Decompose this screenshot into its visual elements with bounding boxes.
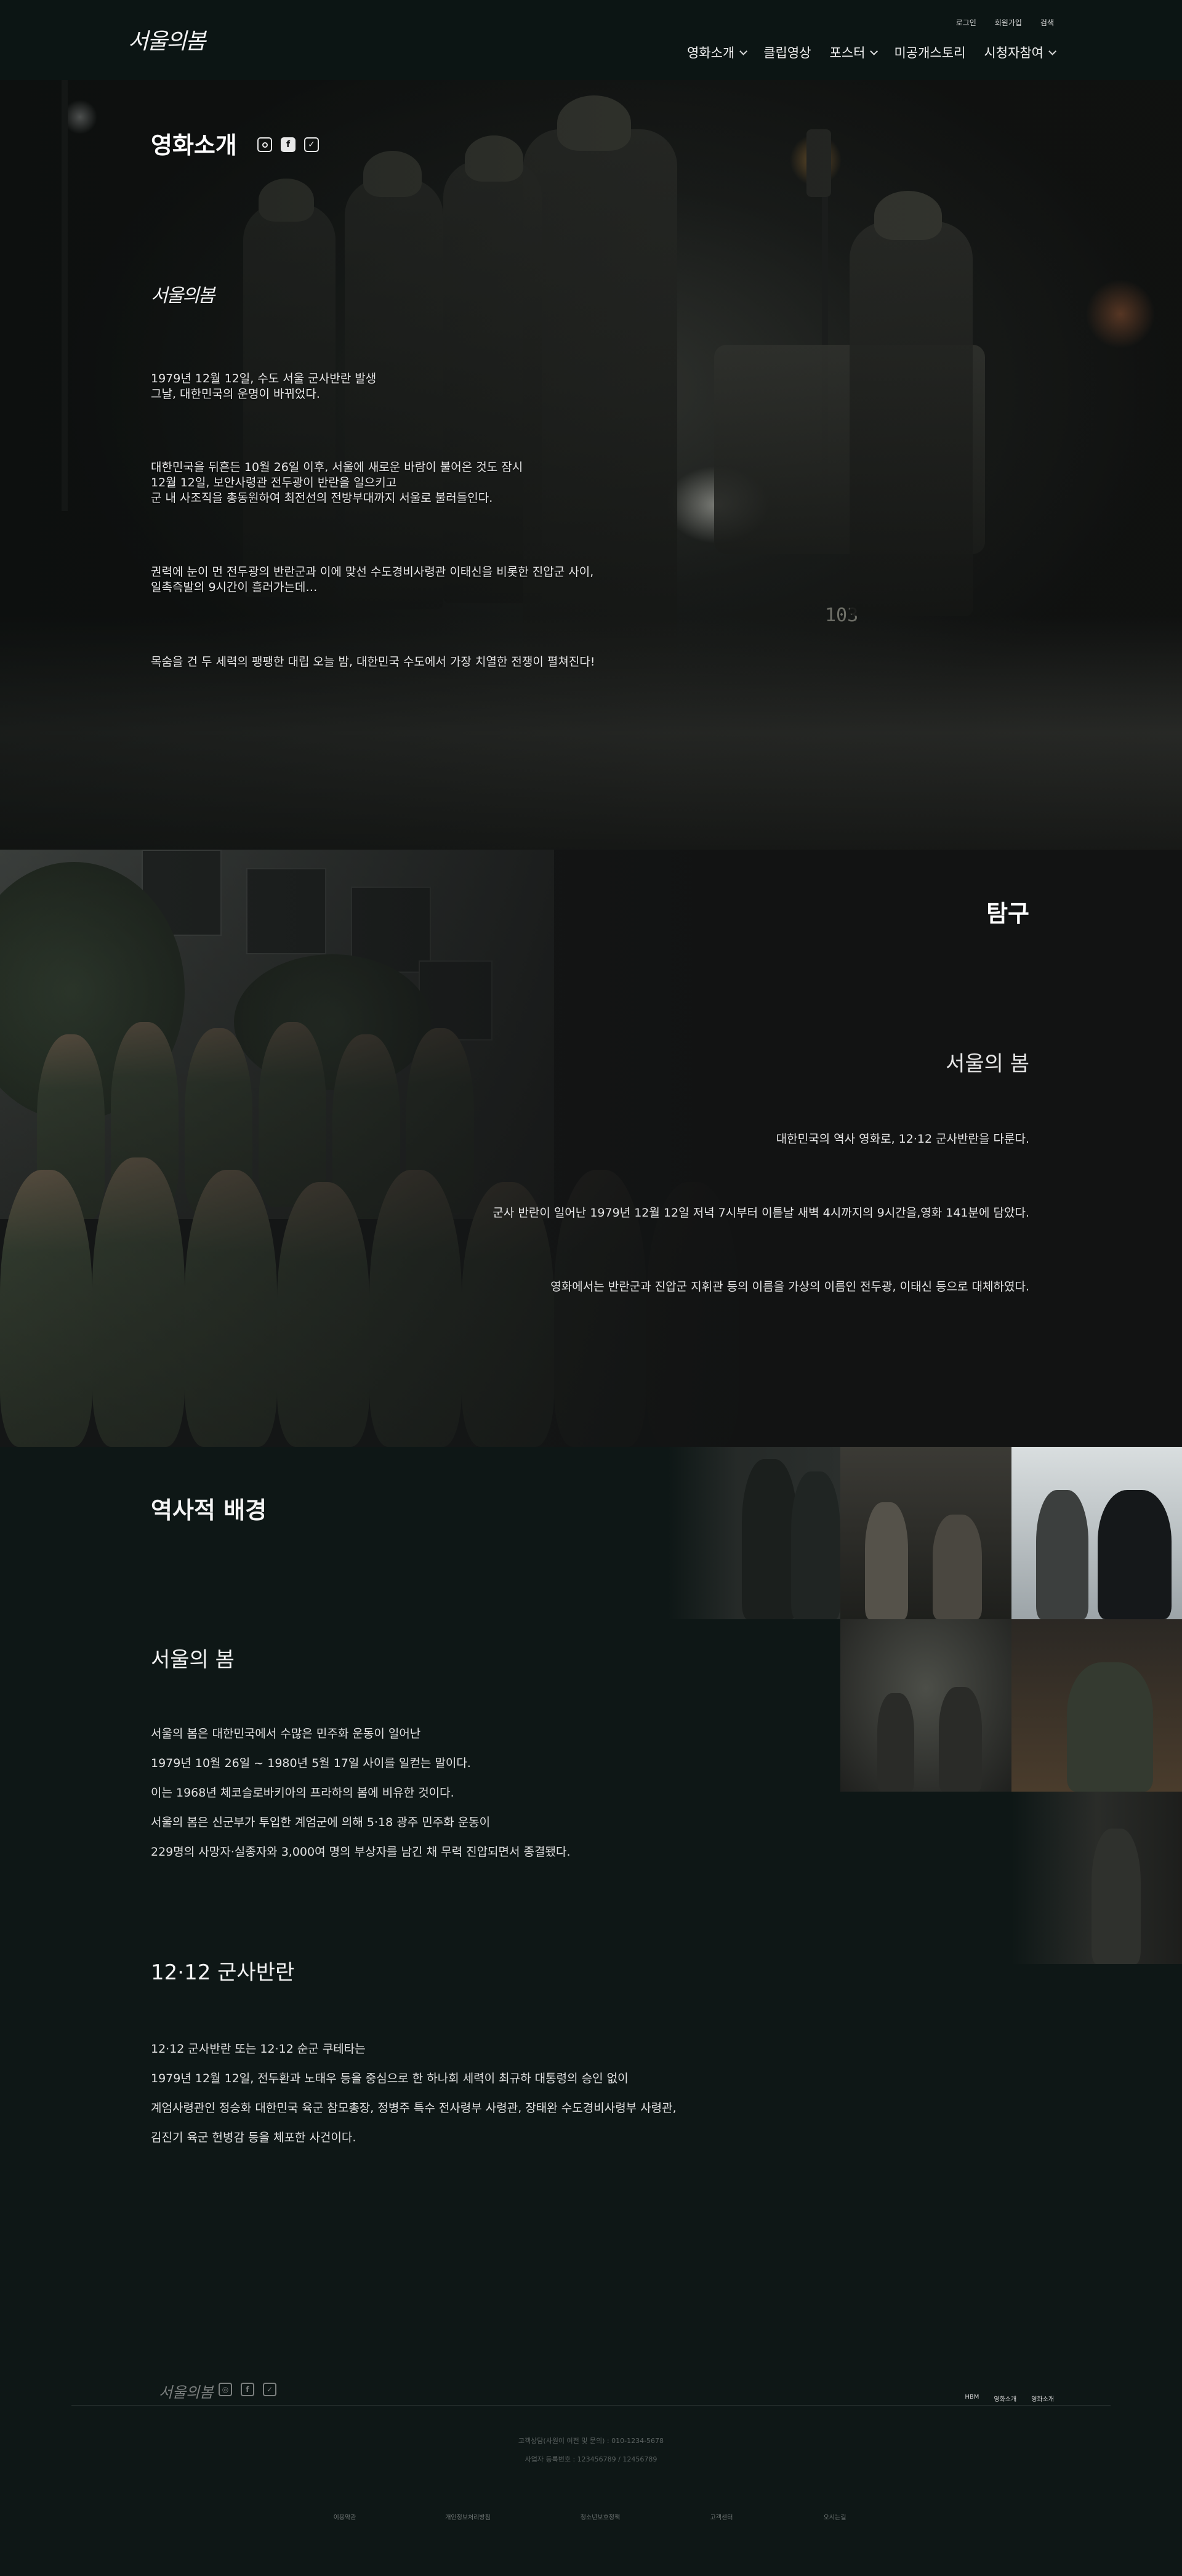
intro-paragraph-4: 목숨을 건 두 세력의 팽팽한 대립 오늘 밤, 대한민국 수도에서 가장 치열… — [151, 654, 595, 670]
figure — [742, 1459, 797, 1619]
history-line: 229명의 사망자·실종자와 3,000여 명의 부상자를 남긴 채 무력 진압… — [151, 1845, 571, 1859]
chevron-down-icon — [1048, 47, 1056, 55]
nav-item-posters[interactable]: 포스터 — [829, 43, 878, 62]
history-text-1212: 12·12 군사반란 또는 12·12 순군 쿠테타는 1979년 12월 12… — [151, 2034, 677, 2152]
nav-item-untold-story[interactable]: 미공개스토리 — [894, 43, 965, 62]
figure — [933, 1515, 982, 1619]
still-image-5 — [1011, 1619, 1182, 1792]
site-logo[interactable]: 서울의봄 — [128, 23, 206, 55]
footer-links: HBM 영화소개 영화소개 — [965, 2394, 1054, 2403]
figure — [1067, 1662, 1153, 1792]
intro-line: 그날, 대한민국의 운명이 바뀌었다. — [151, 387, 320, 401]
search-link[interactable]: 검색 — [1040, 17, 1054, 28]
intro-line: 일촉즉발의 9시간이 흘러가는데… — [151, 581, 318, 594]
footer-bottom-link-youth[interactable]: 청소년보호정책 — [581, 2512, 620, 2521]
intro-line: 1979년 12월 12일, 수도 서울 군사반란 발생 — [151, 372, 377, 385]
nav-label: 영화소개 — [686, 46, 735, 60]
intro-line: 군 내 사조직을 총동원하여 최전선의 전방부대까지 서울로 불러들인다. — [151, 491, 493, 505]
still-image-1 — [668, 1447, 840, 1619]
history-line: 서울의 봄은 신군부가 투입한 계엄군에 의해 5·18 광주 민주화 운동이 — [151, 1816, 491, 1829]
twitter-icon[interactable]: ✓ — [263, 2383, 276, 2396]
nav-item-movie-intro[interactable]: 영화소개 — [686, 43, 748, 62]
instagram-icon[interactable] — [257, 137, 272, 152]
intro-line: 목숨을 건 두 세력의 팽팽한 대립 오늘 밤, 대한민국 수도에서 가장 치열… — [151, 655, 595, 669]
main-nav: 영화소개 클립영상 포스터 미공개스토리 시청자참여 — [686, 43, 1056, 62]
film-logo: 서울의봄 — [151, 285, 215, 307]
intro-line: 권력에 눈이 먼 전두광의 반란군과 이에 맞선 수도경비사령관 이태신을 비롯… — [151, 565, 594, 579]
signup-link[interactable]: 회원가입 — [995, 17, 1022, 28]
footer-contact-info: 고객상담(사원이 여전 및 문의) : 010-1234-5678 — [518, 2437, 664, 2445]
history-subtitle-1212: 12·12 군사반란 — [151, 1960, 295, 1985]
footer-bottom-link-privacy[interactable]: 개인정보처리방침 — [445, 2512, 491, 2521]
nav-item-audience[interactable]: 시청자참여 — [984, 43, 1056, 62]
footer-link[interactable]: 영화소개 — [1031, 2394, 1054, 2403]
site-header: 서울의봄 로그인 회원가입 검색 영화소개 클립영상 포스터 미공개스토리 시청… — [0, 0, 1182, 80]
history-line: 서울의 봄은 대한민국에서 수많은 민주화 운동이 일어난 — [151, 1727, 421, 1741]
intro-paragraph-2: 대한민국을 뒤흔든 10월 26일 이후, 서울에 새로운 바람이 불어온 것도… — [151, 460, 523, 506]
intro-paragraph-3: 권력에 눈이 먼 전두광의 반란군과 이에 맞선 수도경비사령관 이태신을 비롯… — [151, 565, 593, 595]
footer-bottom-link-location[interactable]: 오시는길 — [824, 2512, 846, 2521]
explore-paragraph-2: 군사 반란이 일어난 1979년 12월 12일 저녁 7시부터 이튿날 새벽 … — [492, 1206, 1029, 1220]
history-section: 역사적 배경 서울의 봄 서울의 봄은 대한민국에서 수많은 민주화 운동이 일… — [0, 1447, 1182, 2333]
footer-bottom-link-support[interactable]: 고객센터 — [710, 2512, 733, 2521]
facebook-icon[interactable]: f — [281, 137, 296, 152]
explore-paragraph-3: 영화에서는 반란군과 진압군 지휘관 등의 이름을 가상의 이름인 전두광, 이… — [550, 1280, 1029, 1294]
figure — [1036, 1490, 1088, 1619]
history-subtitle-seoul-spring: 서울의 봄 — [151, 1648, 235, 1672]
explore-paragraph-1: 대한민국의 역사 영화로, 12·12 군사반란을 다룬다. — [776, 1132, 1029, 1146]
history-line: 1979년 12월 12일, 전두환과 노태우 등을 중심으로 한 하나회 세력… — [151, 2072, 629, 2085]
history-line: 이는 1968년 체코슬로바키아의 프라하의 봄에 비유한 것이다. — [151, 1786, 454, 1800]
figure — [1098, 1490, 1172, 1619]
explore-section: 탐구 서울의 봄 대한민국의 역사 영화로, 12·12 군사반란을 다룬다. … — [0, 850, 1182, 1447]
figure — [877, 1693, 914, 1792]
footer-business-number: 사업자 등록번호 : 123456789 / 12456789 — [525, 2455, 657, 2463]
history-line: 김진기 육군 헌병감 등을 체포한 사건이다. — [151, 2131, 356, 2144]
history-line: 12·12 군사반란 또는 12·12 순군 쿠테타는 — [151, 2042, 366, 2056]
figure — [865, 1502, 908, 1619]
still-image-3 — [1011, 1447, 1182, 1619]
figure — [1092, 1829, 1141, 1964]
footer-social-links: ◎ f ✓ — [219, 2383, 276, 2396]
intro-title: 영화소개 — [151, 132, 237, 159]
social-links: f ✓ — [257, 137, 319, 152]
footer-logo[interactable]: 서울의봄 — [159, 2380, 213, 2402]
explore-title: 탐구 — [986, 900, 1029, 927]
footer-link[interactable]: 영화소개 — [994, 2394, 1016, 2403]
intro-line: 대한민국을 뒤흔든 10월 26일 이후, 서울에 새로운 바람이 불어온 것도… — [151, 461, 523, 474]
nav-item-clips[interactable]: 클립영상 — [763, 43, 811, 62]
intro-section: 103 영화소개 f ✓ 서울의봄 1979년 12월 12일, 수도 서울 군… — [0, 80, 1182, 850]
login-link[interactable]: 로그인 — [956, 17, 976, 28]
nav-label: 미공개스토리 — [894, 46, 966, 60]
figure — [791, 1471, 840, 1619]
intro-line: 12월 12일, 보안사령관 전두광이 반란을 일으키고 — [151, 476, 397, 489]
history-text-seoul-spring: 서울의 봄은 대한민국에서 수많은 민주화 운동이 일어난 1979년 10월 … — [151, 1719, 571, 1867]
explore-overlay — [0, 850, 1182, 1447]
nav-label: 시청자참여 — [984, 46, 1043, 60]
footer-link[interactable]: HBM — [965, 2394, 979, 2403]
history-line: 계엄사령관인 정승화 대한민국 육군 참모총장, 정병주 특수 전사령부 사령관… — [151, 2101, 677, 2115]
chevron-down-icon — [870, 47, 878, 55]
chevron-down-icon — [739, 47, 748, 55]
still-image-4 — [840, 1619, 1011, 1792]
still-image-6 — [1011, 1792, 1182, 1964]
still-image-2 — [840, 1447, 1011, 1619]
history-title: 역사적 배경 — [151, 1497, 267, 1524]
nav-label: 포스터 — [829, 46, 866, 60]
site-footer: 서울의봄 ◎ f ✓ HBM 영화소개 영화소개 고객상담(사원이 여전 및 문… — [0, 2333, 1182, 2576]
history-line: 1979년 10월 26일 ~ 1980년 5월 17일 사이를 일컫는 말이다… — [151, 1757, 471, 1770]
twitter-icon[interactable]: ✓ — [304, 137, 319, 152]
footer-bottom-link-terms[interactable]: 이용약관 — [334, 2512, 356, 2521]
figure — [939, 1687, 982, 1792]
instagram-icon[interactable]: ◎ — [219, 2383, 232, 2396]
utility-links: 로그인 회원가입 검색 — [956, 17, 1054, 28]
explore-subtitle: 서울의 봄 — [946, 1052, 1029, 1076]
nav-label: 클립영상 — [763, 46, 811, 60]
intro-paragraph-1: 1979년 12월 12일, 수도 서울 군사반란 발생 그날, 대한민국의 운… — [151, 371, 376, 402]
facebook-icon[interactable]: f — [241, 2383, 254, 2396]
